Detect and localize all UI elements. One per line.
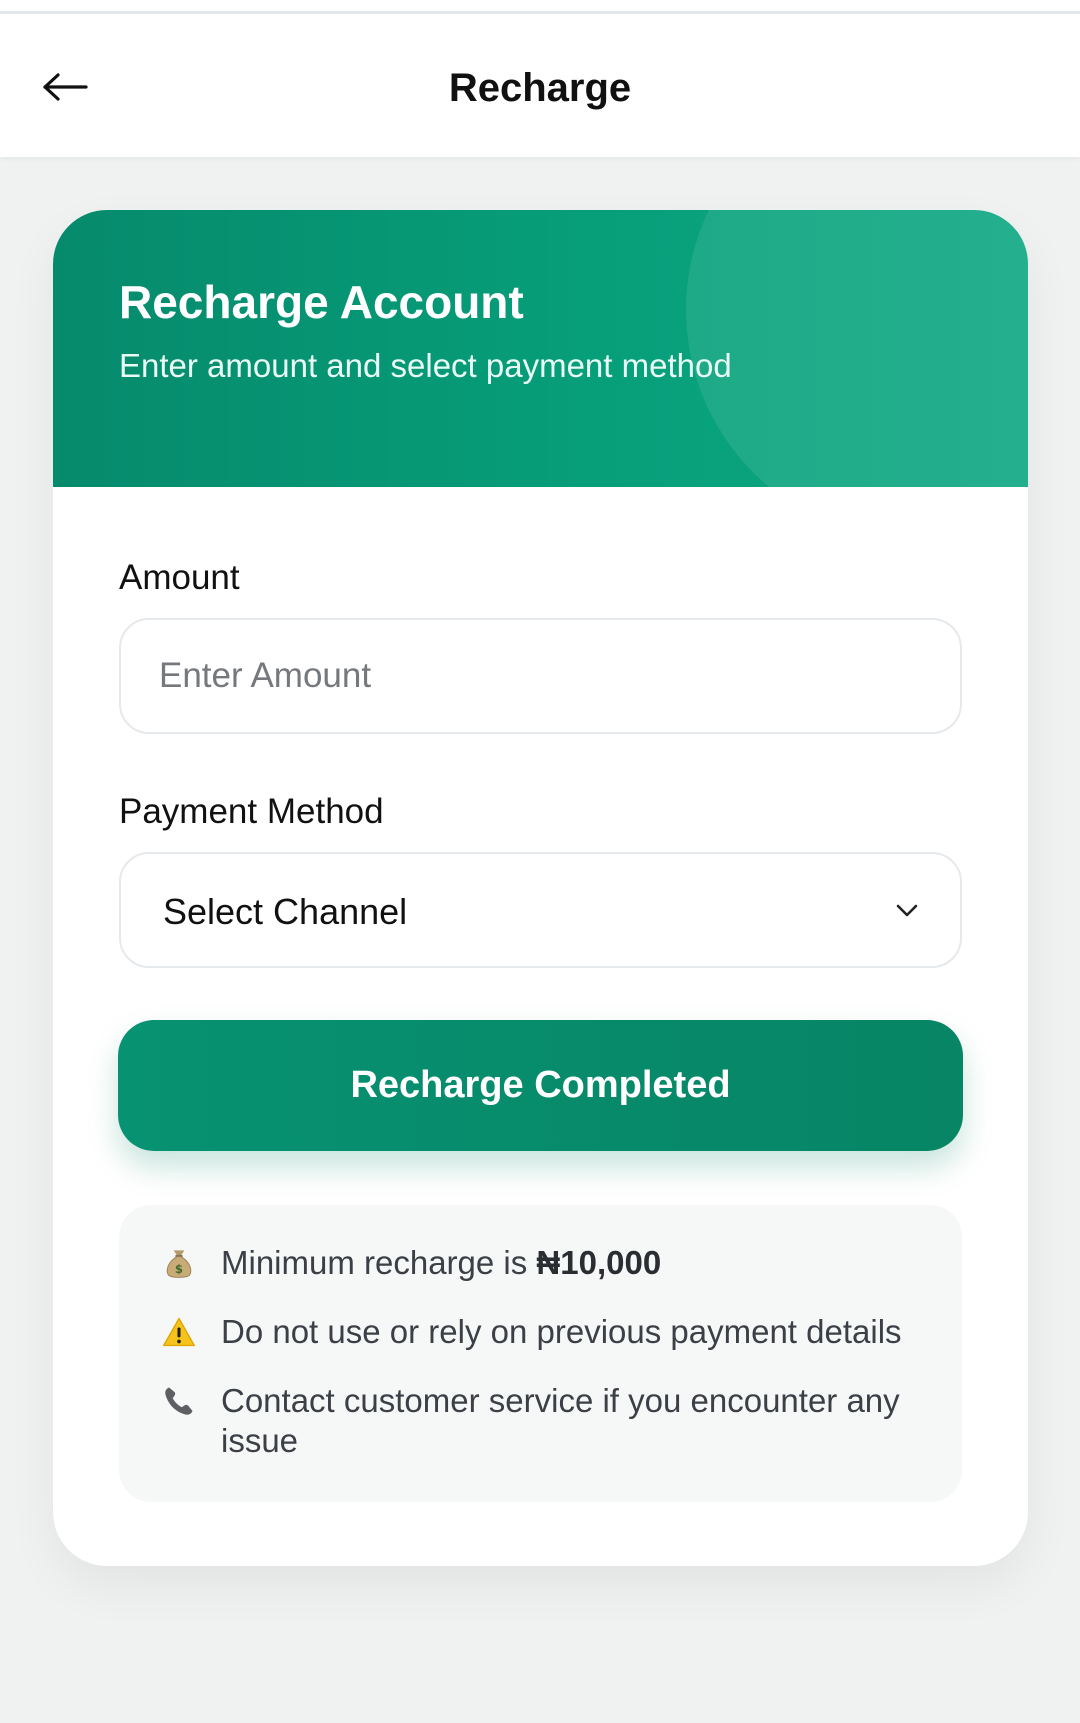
note-item: $ Minimum recharge is ₦10,000	[159, 1243, 932, 1283]
hero-title: Recharge Account	[119, 276, 524, 328]
hero-decoration	[686, 210, 1028, 487]
note-text: Minimum recharge is	[221, 1244, 537, 1281]
minimum-amount: ₦10,000	[536, 1244, 662, 1281]
note-text: Contact customer service if you encounte…	[221, 1382, 900, 1459]
recharge-completed-label: Recharge Completed	[350, 1064, 731, 1106]
phone-icon	[159, 1381, 199, 1421]
note-item: Do not use or rely on previous payment d…	[159, 1312, 932, 1352]
status-divider	[0, 0, 1080, 14]
amount-field	[119, 618, 962, 734]
amount-input[interactable]	[121, 620, 960, 732]
note-text: Do not use or rely on previous payment d…	[221, 1313, 902, 1350]
app-header: Recharge	[0, 14, 1080, 157]
chevron-down-icon	[896, 904, 918, 917]
page-title: Recharge	[448, 66, 632, 110]
payment-method-label: Payment Method	[119, 792, 384, 831]
money-bag-icon: $	[159, 1243, 199, 1283]
payment-method-value: Select Channel	[163, 891, 408, 932]
card-hero: Recharge Account Enter amount and select…	[53, 210, 1028, 487]
recharge-completed-button[interactable]: Recharge Completed	[118, 1020, 963, 1151]
notes-box: $ Minimum recharge is ₦10,000 Do not use…	[119, 1205, 962, 1502]
recharge-page: Recharge Recharge Account Enter amount a…	[0, 0, 1080, 1723]
payment-method-select[interactable]: Select Channel	[119, 852, 962, 968]
amount-label: Amount	[119, 558, 240, 597]
note-item: Contact customer service if you encounte…	[159, 1381, 932, 1461]
hero-subtitle: Enter amount and select payment method	[119, 347, 732, 384]
warning-icon	[159, 1312, 199, 1352]
recharge-card: Recharge Account Enter amount and select…	[53, 210, 1028, 1566]
svg-text:$: $	[175, 1262, 183, 1276]
